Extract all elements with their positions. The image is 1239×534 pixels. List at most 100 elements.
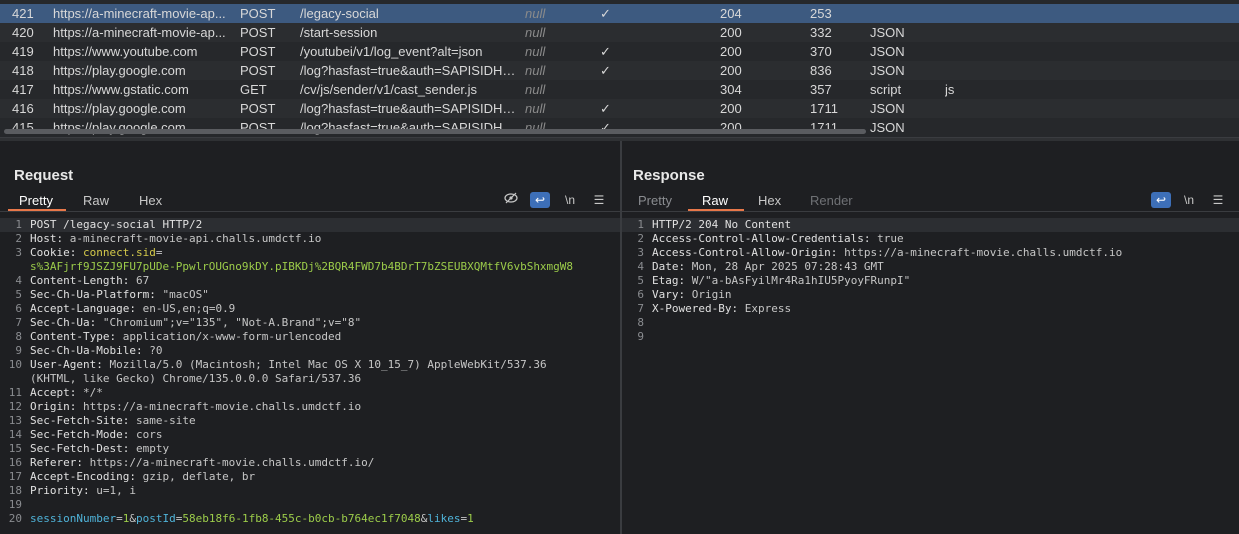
tab-request-hex[interactable]: Hex — [139, 193, 162, 208]
code-line: 8 Content-Type: application/x-www-form-ur… — [0, 330, 620, 344]
wrap-icon[interactable]: ↩ — [530, 192, 550, 208]
cell-status: 200 — [720, 63, 742, 78]
header-name: Sec-Fetch-Dest: — [30, 442, 136, 455]
cell-params: null — [525, 101, 546, 116]
header-name: Access-Control-Allow-Credentials: — [652, 232, 878, 245]
tab-response-raw[interactable]: Raw — [702, 193, 728, 208]
code-line: 18 Priority: u=1, i — [0, 484, 620, 498]
header-value: (KHTML, like Gecko) Chrome/135.0.0.0 Saf… — [30, 372, 362, 385]
cell-mime: JSON — [870, 44, 905, 59]
cookie-name: connect.sid — [82, 246, 156, 259]
tab-response-render[interactable]: Render — [810, 193, 853, 208]
line-number: 11 — [8, 386, 22, 399]
table-row[interactable]: 420 https://a-minecraft-movie-ap... POST/s… — [0, 23, 1239, 42]
line-content: Priority: u=1, i — [30, 484, 136, 498]
code-line: 11 Accept: */* — [0, 386, 620, 400]
line-content: Accept-Language: en-US,en;q=0.9 — [30, 302, 235, 316]
line-number: 12 — [8, 400, 22, 413]
newline-toggle-button[interactable]: \n — [1179, 192, 1199, 208]
code-line: 12 Origin: https://a-minecraft-movie.chal… — [0, 400, 620, 414]
tab-response-pretty[interactable]: Pretty — [638, 193, 672, 208]
line-number: 6 — [15, 302, 22, 315]
line-number: 4 — [637, 260, 644, 273]
line-content: Accept-Encoding: gzip, deflate, br — [30, 470, 255, 484]
header-name: Priority: — [30, 484, 97, 497]
cell-edited: ✓ — [600, 44, 611, 59]
code-line: 9 — [622, 330, 1239, 344]
line-number: 8 — [15, 330, 22, 343]
cell-edited: ✓ — [600, 101, 611, 116]
header-value: W/"a-bAsFyilMr4Ra1hIU5PyoyFRunpI" — [691, 274, 911, 287]
tab-request-raw[interactable]: Raw — [83, 193, 109, 208]
menu-icon[interactable]: ☰ — [589, 192, 609, 208]
table-row[interactable]: 417 https://www.gstatic.com GET/cv/js/send… — [0, 80, 1239, 99]
header-value: application/x-www-form-urlencoded — [122, 330, 342, 343]
cell-params: null — [525, 6, 546, 21]
active-tab-underline — [688, 209, 744, 211]
code-line: 10 User-Agent: Mozilla/5.0 (Macintosh; In… — [0, 358, 620, 372]
horizontal-scrollbar-thumb[interactable] — [4, 129, 866, 134]
table-row[interactable]: 416 https://play.google.com POST/log?hasfa… — [0, 99, 1239, 118]
code-line: 6 Vary: Origin — [622, 288, 1239, 302]
cookie-value: s%3AFjrf9JSZJ9FU7pUDe-PpwlrOUGno9kDY.pIB… — [30, 260, 574, 273]
line-number: 13 — [8, 414, 22, 427]
response-tabs: Pretty Raw Hex Render — [622, 189, 1239, 212]
code-line: 15 Sec-Fetch-Dest: empty — [0, 442, 620, 456]
cell-num: 417 — [12, 82, 34, 97]
code-line: 2 Access-Control-Allow-Credentials: true — [622, 232, 1239, 246]
cell-method: GET — [240, 82, 267, 97]
header-name: POST /legacy-social HTTP/2 — [30, 218, 203, 231]
request-tabs: Pretty Raw Hex — [0, 189, 620, 212]
wrap-icon[interactable]: ↩ — [1151, 192, 1171, 208]
header-name: Sec-Fetch-Mode: — [30, 428, 136, 441]
header-value: https://a-minecraft-movie.challs.umdctf.… — [844, 246, 1123, 259]
header-value: cors — [135, 428, 163, 441]
cell-edited: ✓ — [600, 63, 611, 78]
header-value: "macOS" — [162, 288, 209, 301]
tab-response-hex[interactable]: Hex — [758, 193, 781, 208]
header-value: Mozilla/5.0 (Macintosh; Intel Mac OS X 1… — [109, 358, 547, 371]
tab-request-pretty[interactable]: Pretty — [19, 193, 53, 208]
table-row[interactable]: 418 https://play.google.com POST/log?hasfa… — [0, 61, 1239, 80]
table-row[interactable]: 421 https://a-minecraft-movie-ap... POST/l… — [0, 4, 1239, 23]
cell-num: 416 — [12, 101, 34, 116]
code-line: 20 sessionNumber=1&postId=58eb18f6-1fb8-4… — [0, 512, 620, 526]
line-content: Vary: Origin — [652, 288, 732, 302]
request-title: Request — [14, 167, 74, 184]
line-number: 7 — [15, 316, 22, 329]
line-content: Sec-Fetch-Mode: cors — [30, 428, 162, 442]
cell-num: 418 — [12, 63, 34, 78]
header-name: Access-Control-Allow-Origin: — [652, 246, 845, 259]
line-number: 7 — [637, 302, 644, 315]
eye-slash-icon[interactable] — [501, 192, 521, 208]
request-panel: Request Pretty Raw Hex ↩ \n ☰ 1 POST /leg… — [0, 141, 620, 534]
response-editor[interactable]: 1 HTTP/2 204 No Content 2 Access-Control-Al… — [622, 216, 1239, 534]
request-editor[interactable]: 1 POST /legacy-social HTTP/2 2 Host: a-mine… — [0, 216, 620, 534]
cell-params: null — [525, 82, 546, 97]
line-content: Date: Mon, 28 Apr 2025 07:28:43 GMT — [652, 260, 884, 274]
header-name: X-Powered-By: — [652, 302, 745, 315]
line-number: 19 — [8, 498, 22, 511]
cell-status: 204 — [720, 6, 742, 21]
table-row[interactable]: 419 https://www.youtube.com POST/youtubei/… — [0, 42, 1239, 61]
line-content: Host: a-minecraft-movie-api.challs.umdct… — [30, 232, 321, 246]
cell-edited: ✓ — [600, 6, 611, 21]
code-line: 5 Etag: W/"a-bAsFyilMr4Ra1hIU5PyoyFRunpI" — [622, 274, 1239, 288]
line-number: 9 — [15, 344, 22, 357]
header-value: true — [877, 232, 904, 245]
header-value: "Chromium";v="135", "Not-A.Brand";v="8" — [102, 316, 362, 329]
header-name: Origin: — [30, 400, 83, 413]
cell-status: 304 — [720, 82, 742, 97]
param-name: sessionNumber — [30, 512, 117, 525]
cell-status: 200 — [720, 44, 742, 59]
header-value: empty — [135, 442, 170, 455]
header-name: Content-Type: — [30, 330, 123, 343]
code-line: 8 — [622, 316, 1239, 330]
code-line: 3 Access-Control-Allow-Origin: https://a-… — [622, 246, 1239, 260]
newline-toggle-button[interactable]: \n — [560, 192, 580, 208]
menu-icon[interactable]: ☰ — [1208, 192, 1228, 208]
cell-host: https://a-minecraft-movie-ap... — [53, 6, 226, 21]
header-value: gzip, deflate, br — [142, 470, 256, 483]
line-number: 4 — [15, 274, 22, 287]
cell-url: /log?hasfast=true&auth=SAPISIDHA... — [300, 101, 520, 116]
